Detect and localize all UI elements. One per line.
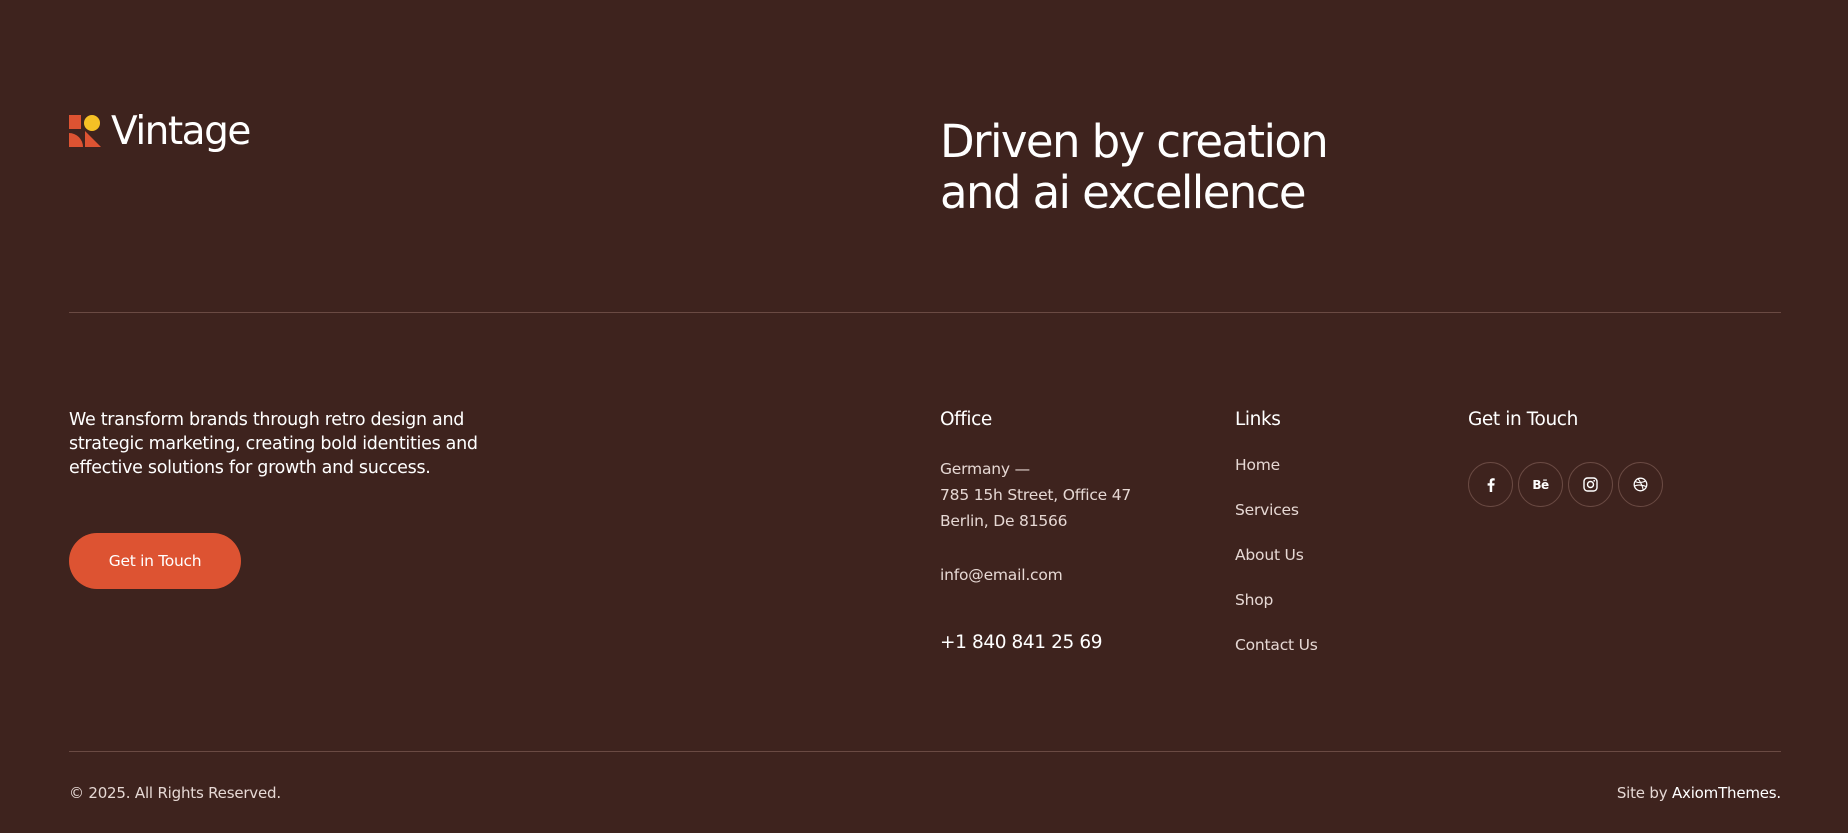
bottom-divider <box>69 751 1781 752</box>
get-in-touch-heading: Get in Touch <box>1468 409 1578 430</box>
brand-name: Vintage <box>111 108 251 154</box>
social-links: Bē <box>1468 462 1663 507</box>
footer-links-list: Home Services About Us Shop Contact Us <box>1235 456 1318 681</box>
list-item: Contact Us <box>1235 636 1318 681</box>
vintage-logo-icon <box>69 115 101 147</box>
address-line-2: 785 15h Street, Office 47 <box>940 486 1132 504</box>
site-footer: Vintage Driven by creation and ai excell… <box>0 0 1848 833</box>
facebook-icon <box>1487 477 1495 492</box>
office-email-link[interactable]: info@email.com <box>940 566 1063 584</box>
address-line-1: Germany — <box>940 460 1030 478</box>
link-services[interactable]: Services <box>1235 501 1299 519</box>
link-shop[interactable]: Shop <box>1235 591 1273 609</box>
tagline-line-1: Driven by creation <box>940 115 1329 168</box>
list-item: About Us <box>1235 546 1318 591</box>
dribbble-button[interactable] <box>1618 462 1663 507</box>
address-line-3: Berlin, De 81566 <box>940 512 1068 530</box>
get-in-touch-button[interactable]: Get in Touch <box>69 533 241 589</box>
dribbble-icon <box>1633 477 1648 492</box>
site-credit: Site by AxiomThemes. <box>1617 784 1781 802</box>
top-divider <box>69 312 1781 313</box>
brand-logo[interactable]: Vintage <box>69 108 251 154</box>
behance-button[interactable]: Bē <box>1518 462 1563 507</box>
office-heading: Office <box>940 409 992 430</box>
link-home[interactable]: Home <box>1235 456 1280 474</box>
axiomthemes-link[interactable]: AxiomThemes. <box>1672 784 1781 802</box>
list-item: Shop <box>1235 591 1318 636</box>
credit-prefix: Site by <box>1616 784 1668 802</box>
behance-icon: Bē <box>1532 477 1549 492</box>
office-address: Germany — 785 15h Street, Office 47 Berl… <box>940 456 1131 534</box>
copyright-text: © 2025. All Rights Reserved. <box>69 784 281 802</box>
company-description: We transform brands through retro design… <box>69 410 478 478</box>
links-heading: Links <box>1235 409 1281 430</box>
instagram-button[interactable] <box>1568 462 1613 507</box>
list-item: Services <box>1235 501 1318 546</box>
link-contact-us[interactable]: Contact Us <box>1235 636 1318 654</box>
tagline-line-2: and ai excellence <box>940 166 1307 219</box>
facebook-button[interactable] <box>1468 462 1513 507</box>
instagram-icon <box>1583 477 1598 492</box>
office-phone-link[interactable]: +1 840 841 25 69 <box>940 632 1103 653</box>
footer-tagline: Driven by creation and ai excellence <box>940 116 1460 218</box>
list-item: Home <box>1235 456 1318 501</box>
link-about-us[interactable]: About Us <box>1235 546 1304 564</box>
